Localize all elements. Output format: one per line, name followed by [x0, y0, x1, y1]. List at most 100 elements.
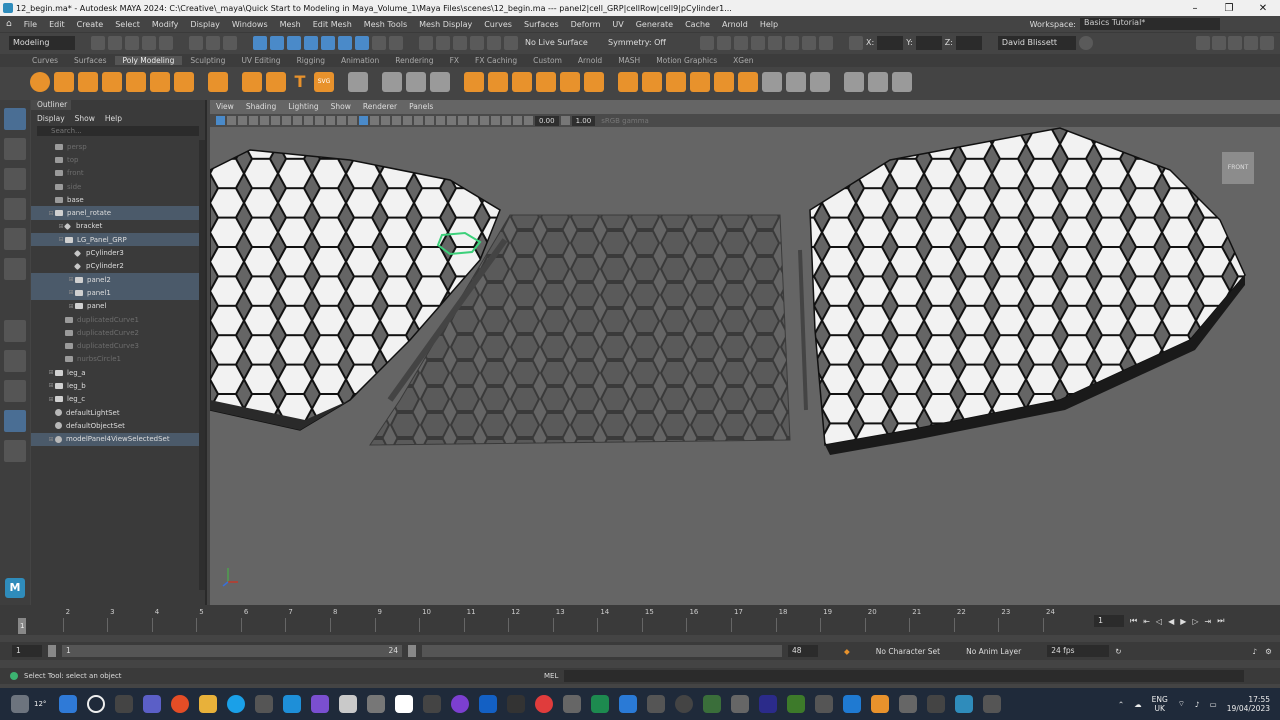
tab-fx-caching[interactable]: FX Caching — [467, 56, 525, 65]
bridge-icon[interactable] — [642, 72, 662, 92]
undo-icon[interactable] — [142, 35, 156, 50]
snap-view-icon[interactable] — [304, 35, 318, 50]
select-object-icon[interactable] — [206, 35, 220, 50]
center-pivot-icon[interactable] — [844, 72, 864, 92]
tab-sculpting[interactable]: Sculpting — [182, 56, 233, 65]
range-start-handle[interactable] — [48, 645, 56, 657]
motion-blur-icon[interactable] — [491, 116, 500, 125]
tab-mash[interactable]: MASH — [610, 56, 648, 65]
outliner-search-input[interactable]: Search... — [37, 126, 199, 136]
select-camera-icon[interactable] — [216, 116, 225, 125]
gamma-field[interactable]: 1.00 — [571, 115, 596, 126]
outliner-item[interactable]: duplicatedCurve3 — [31, 339, 205, 352]
render-settings-icon[interactable] — [436, 35, 450, 50]
wireframe-toggle-icon[interactable] — [359, 116, 368, 125]
workspace-select[interactable]: Basics Tutorial* — [1080, 18, 1220, 30]
outliner-scrollbar[interactable] — [199, 140, 205, 590]
menu-windows[interactable]: Windows — [226, 20, 274, 29]
teams-chat-icon[interactable] — [143, 695, 162, 713]
menu-edit[interactable]: Edit — [43, 20, 71, 29]
poly-plane-icon[interactable] — [150, 72, 170, 92]
tab-fx[interactable]: FX — [442, 56, 467, 65]
search-icon[interactable] — [87, 695, 106, 713]
side-by-side-layout-icon[interactable] — [4, 380, 26, 402]
app-icon-2[interactable] — [647, 695, 666, 713]
store-icon[interactable] — [255, 695, 274, 713]
remesh-icon[interactable] — [584, 72, 604, 92]
y-coord-field[interactable] — [915, 35, 942, 50]
tab-rigging[interactable]: Rigging — [289, 56, 333, 65]
viewport-menu-show[interactable]: Show — [331, 102, 351, 114]
depth-of-field-icon[interactable] — [513, 116, 522, 125]
viewport-menu-panels[interactable]: Panels — [409, 102, 433, 114]
file-explorer-icon[interactable] — [199, 695, 218, 713]
menu-mesh[interactable]: Mesh — [274, 20, 307, 29]
viewport[interactable] — [210, 100, 1280, 605]
outliner-item[interactable]: duplicatedCurve2 — [31, 326, 205, 339]
expand-toggle-icon[interactable]: ⊞ — [47, 396, 55, 403]
magnet-icon[interactable] — [504, 35, 518, 50]
extract-icon[interactable] — [560, 72, 580, 92]
tab-poly-modeling[interactable]: Poly Modeling — [114, 56, 183, 65]
outliner-item[interactable]: ⊞ leg_b — [31, 379, 205, 392]
menu-deform[interactable]: Deform — [565, 20, 607, 29]
select-component-icon[interactable] — [223, 35, 237, 50]
open-scene-icon[interactable] — [108, 35, 122, 50]
menu-create[interactable]: Create — [71, 20, 110, 29]
loop-icon[interactable]: ↻ — [1115, 647, 1121, 656]
mel-label[interactable]: MEL — [544, 672, 564, 680]
menu-help[interactable]: Help — [754, 20, 784, 29]
outliner-layout-icon[interactable] — [4, 410, 26, 432]
shadows-icon[interactable] — [425, 116, 434, 125]
select-tool-icon[interactable] — [4, 108, 26, 130]
image-plane-icon[interactable] — [249, 116, 258, 125]
paint-select-tool-icon[interactable] — [4, 168, 26, 190]
menu-uv[interactable]: UV — [606, 20, 629, 29]
preferences-icon[interactable]: ⚙ — [1265, 647, 1272, 656]
tab-animation[interactable]: Animation — [333, 56, 387, 65]
grease-pencil-icon[interactable] — [271, 116, 280, 125]
menu-surfaces[interactable]: Surfaces — [518, 20, 565, 29]
hypershade-icon[interactable] — [470, 35, 484, 50]
volume-icon[interactable]: ♪ — [1195, 700, 1200, 709]
poly-cylinder-icon[interactable] — [78, 72, 98, 92]
outliner-item[interactable]: ⊞ modelPanel4ViewSelectedSet — [31, 432, 205, 446]
tab-arnold[interactable]: Arnold — [570, 56, 610, 65]
edge-icon[interactable] — [227, 695, 246, 713]
user-account[interactable]: David Blissett — [997, 35, 1076, 50]
history-icon[interactable] — [389, 35, 403, 50]
type-tool-icon[interactable]: T — [290, 72, 310, 92]
modeling-toolkit-icon[interactable] — [1244, 35, 1258, 50]
current-frame-field[interactable]: 1 — [1094, 615, 1124, 627]
excel-icon[interactable] — [591, 695, 610, 713]
single-layout-icon[interactable] — [4, 320, 26, 342]
tab-uv-editing[interactable]: UV Editing — [233, 56, 288, 65]
app-icon-10[interactable] — [983, 695, 1002, 713]
poly-cone-icon[interactable] — [102, 72, 122, 92]
command-line-input[interactable] — [564, 670, 1244, 682]
outliner-item[interactable]: side — [31, 180, 205, 193]
viewport-menu-shading[interactable]: Shading — [246, 102, 276, 114]
menu-arnold[interactable]: Arnold — [716, 20, 754, 29]
app-icon-1[interactable] — [563, 695, 582, 713]
layer-editor-icon[interactable] — [1260, 35, 1274, 50]
poly-disc-icon[interactable] — [174, 72, 194, 92]
append-polygon-icon[interactable] — [690, 72, 710, 92]
step-forward-frame-icon[interactable]: ▷ — [1192, 617, 1198, 626]
audio-icon[interactable]: ♪ — [1252, 647, 1257, 656]
outliner-item[interactable]: defaultLightSet — [31, 406, 205, 419]
menu-file[interactable]: File — [18, 20, 43, 29]
go-to-start-icon[interactable]: ⏮ — [1130, 616, 1137, 626]
play-icon[interactable] — [802, 35, 816, 50]
windows-start-icon[interactable] — [59, 695, 78, 713]
music-icon[interactable] — [339, 695, 358, 713]
snap-live-icon[interactable] — [338, 35, 352, 50]
default-material-icon[interactable] — [381, 116, 390, 125]
photos-icon[interactable] — [619, 695, 638, 713]
vscode-icon[interactable] — [843, 695, 862, 713]
maya-logo-icon[interactable]: M — [5, 578, 25, 598]
menu-edit-mesh[interactable]: Edit Mesh — [307, 20, 358, 29]
app-icon-3[interactable] — [703, 695, 722, 713]
menu-modify[interactable]: Modify — [146, 20, 185, 29]
tool-settings-icon[interactable] — [1212, 35, 1226, 50]
